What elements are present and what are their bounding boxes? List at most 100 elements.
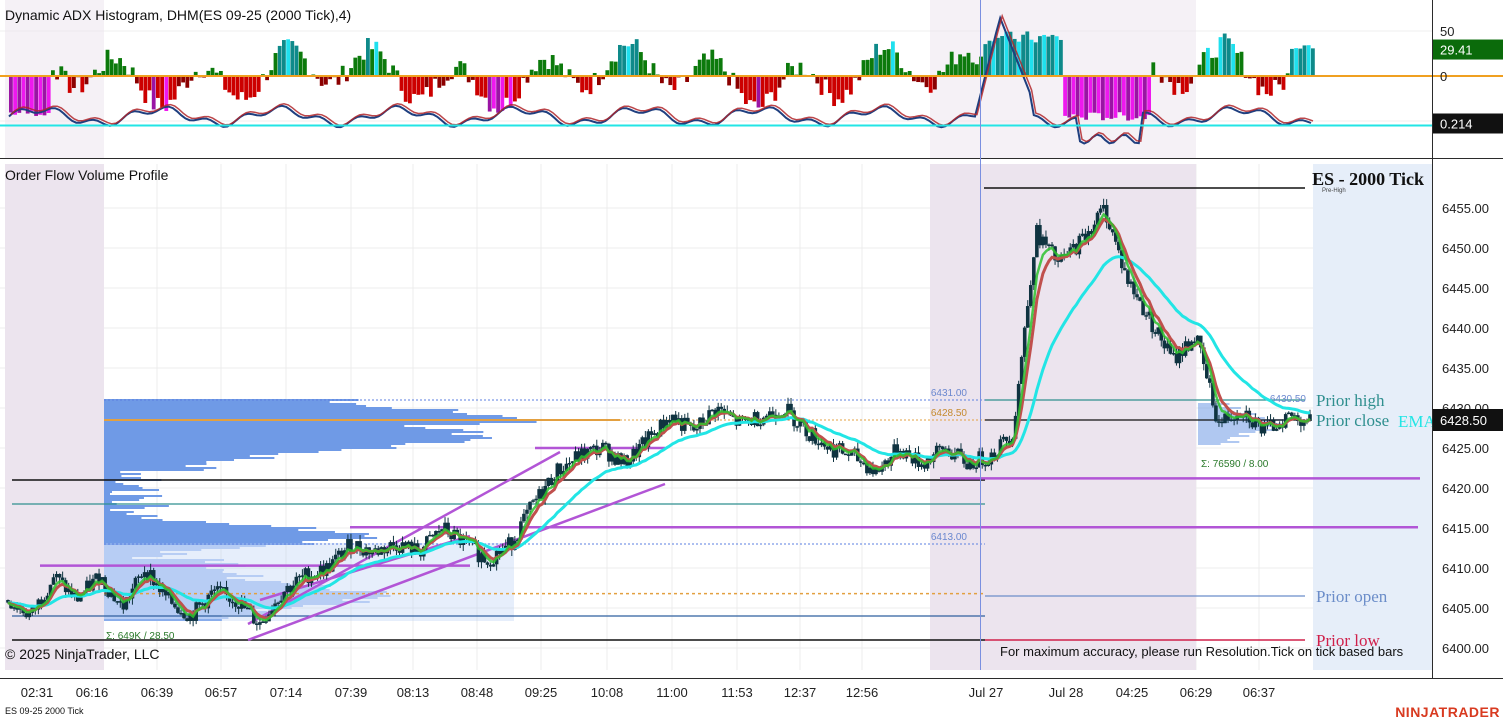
volume-profile-bar [104, 525, 271, 527]
volume-profile-bar [104, 501, 112, 503]
adx-histogram-bar [1261, 76, 1265, 87]
adx-histogram-bar [421, 76, 425, 94]
profile-price-label: 6428.50 [931, 408, 968, 419]
adx-histogram-bar [1118, 76, 1122, 112]
volume-profile-bar-2 [1198, 441, 1239, 443]
adx-histogram-bar [1147, 76, 1151, 115]
adx-histogram-bar [996, 38, 1000, 76]
candle-body [759, 425, 763, 427]
chart-svg: 6431.006428.506413.006430.50Prior highPr… [0, 0, 1503, 721]
adx-histogram-bar [862, 60, 866, 76]
adx-histogram-bar [778, 76, 782, 88]
candle-body [695, 429, 699, 431]
candle-body [486, 562, 490, 564]
adx-histogram-bar [1093, 76, 1097, 113]
adx-histogram-bar [542, 60, 546, 76]
adx-histogram-bar [652, 63, 656, 76]
adx-histogram-bar [148, 76, 152, 90]
adx-histogram-bar [698, 60, 702, 76]
volume-profile-bar [104, 443, 405, 445]
adx-histogram-bar [958, 54, 962, 76]
adx-histogram-bar [1298, 49, 1302, 76]
adx-histogram-bar [1076, 76, 1080, 116]
volume-profile-bar [104, 451, 319, 453]
adx-histogram-bar [1059, 40, 1063, 76]
adx-histogram-bar [1000, 36, 1004, 76]
adx-histogram-bar [1185, 76, 1189, 92]
adx-value-badge-text: 29.41 [1440, 43, 1473, 58]
adx-histogram-bar [1181, 76, 1185, 94]
price-axis-tick: 6420.00 [1442, 481, 1489, 496]
volume-profile-bar [104, 533, 369, 535]
price-axis-tick: 6435.00 [1442, 361, 1489, 376]
volume-profile-bar [104, 509, 110, 511]
volume-profile-bar [104, 517, 141, 519]
price-axis-tick: 6410.00 [1442, 561, 1489, 576]
volume-profile-bar [104, 411, 453, 413]
adx-histogram-bar [412, 76, 416, 94]
volume-profile-bar [104, 527, 316, 529]
adx-shade-2 [930, 0, 1196, 158]
time-axis-tick: Jul 27 [969, 685, 1004, 700]
adx-histogram-bar [1063, 76, 1067, 116]
adx-histogram-bar [374, 42, 378, 76]
volume-profile-bar [104, 539, 328, 541]
time-axis-tick: 06:39 [141, 685, 174, 700]
adx-histogram-bar [1223, 34, 1227, 76]
level-label: Prior open [1316, 587, 1388, 606]
adx-histogram-bar [475, 76, 479, 95]
volume-profile-bar [104, 523, 229, 525]
adx-histogram-bar [425, 76, 429, 87]
price-axis-tick: 6405.00 [1442, 601, 1489, 616]
volume-profile-bar [104, 401, 330, 403]
brand-logo: NINJATRADER [1395, 704, 1500, 720]
time-axis-tick: 12:37 [784, 685, 817, 700]
candle-body [719, 407, 723, 409]
adx-histogram-bar [748, 76, 752, 100]
price-axis-tick: 6440.00 [1442, 321, 1489, 336]
adx-histogram-bar [1084, 76, 1088, 120]
chart-root: 6431.006428.506413.006430.50Prior highPr… [0, 0, 1503, 721]
candle-body [52, 577, 56, 584]
candle-body [531, 500, 535, 502]
price-axis-tick: 6400.00 [1442, 641, 1489, 656]
candle-body [525, 510, 529, 514]
price-axis-tick: 6445.00 [1442, 281, 1489, 296]
volume-profile-bar [104, 403, 356, 405]
volume-profile-bar [104, 487, 143, 489]
volume-profile-bar [104, 489, 159, 491]
hline-value-badge-text: 0.214 [1440, 117, 1473, 132]
candle-body [1099, 209, 1103, 213]
adx-histogram-bar [673, 76, 677, 90]
volume-profile-bar [104, 405, 366, 407]
adx-histogram-bar [626, 46, 630, 76]
candle-body [392, 542, 396, 545]
adx-histogram-bar [286, 39, 290, 76]
adx-histogram-bar [257, 76, 261, 92]
time-axis-tick: 02:31 [21, 685, 54, 700]
volume-profile-bar-2 [1198, 437, 1230, 439]
adx-histogram-bar [1210, 58, 1214, 76]
adx-histogram-bar [631, 44, 635, 76]
adx-histogram-bar [752, 76, 756, 101]
adx-histogram-bar [85, 76, 89, 84]
adx-histogram-bar [1051, 35, 1055, 76]
adx-histogram-bar [253, 76, 257, 97]
candle-body [1050, 245, 1054, 247]
volume-profile-bar-2 [1198, 405, 1221, 407]
adx-histogram-bar [773, 76, 777, 101]
adx-histogram-bar [1256, 76, 1260, 95]
profile-price-label: 6413.00 [931, 532, 968, 543]
adx-histogram-bar [1067, 76, 1071, 117]
adx-histogram-bar [353, 58, 357, 76]
volume-profile-bar [104, 511, 134, 513]
adx-histogram-bar [169, 76, 173, 100]
adx-histogram-bar [799, 63, 803, 76]
adx-histogram-bar [391, 65, 395, 76]
volume-profile-bar [104, 521, 206, 523]
adx-histogram-bar [887, 49, 891, 76]
volume-profile-bar [104, 427, 425, 429]
candle-body [522, 514, 526, 522]
time-axis-tick: 08:13 [397, 685, 430, 700]
adx-histogram-bar [370, 49, 374, 76]
